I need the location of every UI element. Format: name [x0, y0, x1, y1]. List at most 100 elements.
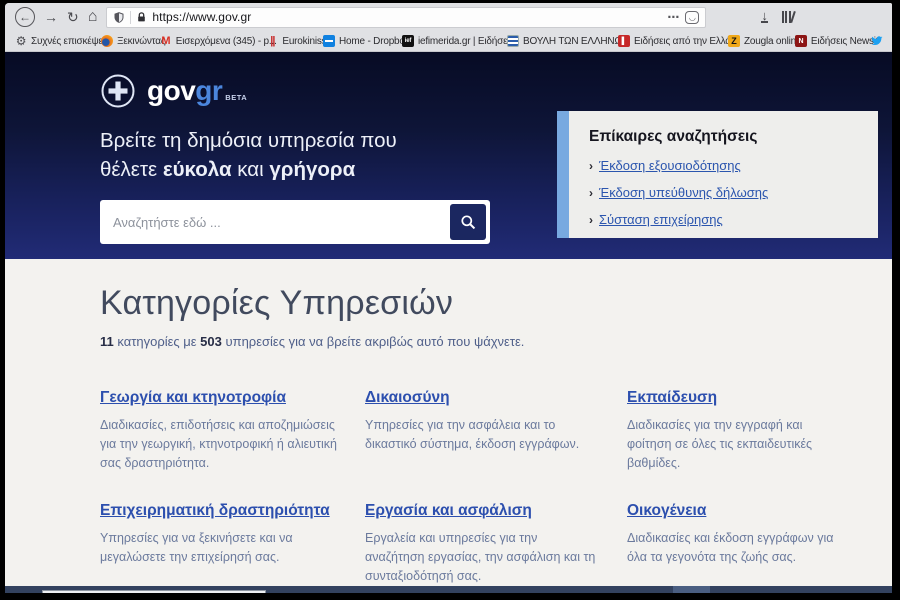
eurokinissi-icon: ||	[266, 35, 278, 47]
downloads-icon[interactable]: ↓	[761, 11, 768, 23]
url-divider	[130, 11, 131, 24]
taskbar-lightroom[interactable]: Lr	[599, 586, 636, 594]
taskbar-notes[interactable]	[451, 586, 488, 594]
newsit-icon: N	[795, 35, 807, 47]
categories-subtitle: 11 κατηγορίες με 503 υπηρεσίες για να βρ…	[100, 334, 874, 349]
dropbox-icon	[323, 35, 335, 47]
taskbar-folder[interactable]	[636, 586, 673, 594]
browser-chrome: ← → ↻ ⌂ https://www.gov.gr ⋯ ◡ ↓ ⚙Συχνές…	[5, 3, 892, 52]
category-desc: Διαδικασίες για την εγγραφή και φοίτηση …	[627, 416, 846, 472]
category-desc: Διαδικασίες, επιδοτήσεις και αποζημιώσει…	[100, 416, 337, 472]
edge-icon: e	[316, 591, 327, 593]
bookmark-eurokinissi[interactable]: ||Eurokinissi	[266, 35, 323, 47]
category-family: Οικογένεια Διαδικασίες και έκδοση εγγράφ…	[627, 502, 874, 585]
topical-link-declaration: › Έκδοση υπεύθυνης δήλωσης	[589, 185, 858, 200]
topical-link-company: › Σύσταση επιχείρησης	[589, 212, 858, 227]
logo-text: gov gr BETA	[147, 75, 247, 107]
taskbar-device[interactable]	[488, 586, 525, 594]
back-button[interactable]: ←	[15, 7, 35, 27]
forward-button[interactable]: →	[44, 10, 58, 24]
gear-icon: ⚙	[15, 35, 27, 47]
lock-icon	[136, 11, 147, 23]
tracking-shield-icon[interactable]	[113, 11, 125, 24]
taskbar-firefox[interactable]	[673, 586, 710, 594]
taskbar-file-explorer[interactable]	[377, 586, 414, 594]
category-link[interactable]: Επιχειρηματική δραστηριότητα	[100, 502, 330, 519]
service-search-input[interactable]	[113, 215, 450, 230]
chevron-right-icon: ›	[589, 159, 593, 173]
gmail-icon: M	[160, 35, 172, 47]
lightroom-icon: Lr	[608, 593, 627, 594]
photoshop-icon: Ps	[571, 593, 590, 594]
category-desc: Διαδικασίες και έκδοση εγγράφων για όλα …	[627, 529, 846, 567]
hero-headline: Βρείτε τη δημόσια υπηρεσία που θέλετε εύ…	[100, 126, 490, 184]
bookmark-newsit[interactable]: NΕιδήσεις Newsit	[795, 35, 871, 47]
url-text[interactable]: https://www.gov.gr	[152, 10, 662, 24]
toolbar-right: ↓	[761, 11, 794, 23]
categories-grid: Γεωργία και κτηνοτροφία Διαδικασίες, επι…	[100, 389, 874, 586]
taskbar-edge[interactable]: e	[303, 586, 340, 594]
page-actions-icon[interactable]: ⋯	[667, 10, 680, 24]
category-justice: Δικαιοσύνη Υπηρεσίες για την ασφάλεια κα…	[365, 389, 627, 472]
iefimerida-icon: ief	[402, 35, 414, 47]
greek-emblem-icon	[100, 73, 136, 109]
category-link[interactable]: Εκπαίδευση	[627, 389, 717, 406]
task-view-button[interactable]	[266, 586, 303, 594]
category-link[interactable]: Δικαιοσύνη	[365, 389, 450, 406]
bookmark-news-greece[interactable]: ▌Ειδήσεις από την Ελλά...	[618, 35, 728, 47]
bookmark-frequent[interactable]: ⚙Συχνές επισκέψεις	[15, 35, 101, 47]
bookmarks-bar: ⚙Συχνές επισκέψεις Ξεκινώντας MΕισερχόμε…	[5, 31, 892, 51]
taskbar-document-app[interactable]: A	[525, 586, 562, 594]
category-link[interactable]: Εργασία και ασφάλιση	[365, 502, 532, 519]
category-link[interactable]: Γεωργία και κτηνοτροφία	[100, 389, 286, 406]
start-button[interactable]	[5, 586, 42, 594]
taskbar-mail[interactable]	[414, 586, 451, 594]
chevron-right-icon: ›	[589, 213, 593, 227]
firefox-icon	[101, 35, 113, 47]
link-systasi-epixeirisis[interactable]: Σύσταση επιχείρησης	[599, 212, 723, 227]
search-icon	[460, 214, 477, 231]
service-search-box	[100, 200, 490, 244]
zougla-icon: Z	[728, 35, 740, 47]
bookmark-iefimerida[interactable]: iefiefimerida.gr | Ειδήσει...	[402, 35, 507, 47]
bookmark-zougla[interactable]: ZZougla online	[728, 35, 795, 47]
bookmark-twitter[interactable]	[871, 35, 882, 47]
logo-gov: gov	[147, 75, 195, 107]
govgr-hero: gov gr BETA Βρείτε τη δημόσια υπηρεσία π…	[5, 52, 892, 259]
category-desc: Εργαλεία και υπηρεσίες για την αναζήτηση…	[365, 529, 599, 585]
news-icon: ▌	[618, 35, 630, 47]
govgr-logo[interactable]: gov gr BETA	[5, 52, 892, 109]
home-button[interactable]: ⌂	[88, 9, 98, 25]
bookmark-gmail[interactable]: MΕισερχόμενα (345) - p...	[160, 35, 267, 47]
topical-searches-box: Επίκαιρες αναζητήσεις › Έκδοση εξουσιοδό…	[557, 111, 878, 238]
refresh-button[interactable]: ↻	[67, 10, 79, 24]
category-link[interactable]: Οικογένεια	[627, 502, 706, 519]
topical-link-authorization: › Έκδοση εξουσιοδότησης	[589, 158, 858, 173]
category-work-insurance: Εργασία και ασφάλιση Εργαλεία και υπηρεσ…	[365, 502, 627, 585]
taskbar-search-box[interactable]	[42, 590, 266, 594]
category-education: Εκπαίδευση Διαδικασίες για την εγγραφή κ…	[627, 389, 874, 472]
hero-left-column: Βρείτε τη δημόσια υπηρεσία που θέλετε εύ…	[100, 126, 490, 244]
bookmark-getting-started[interactable]: Ξεκινώντας	[101, 35, 160, 47]
category-desc: Υπηρεσίες για να ξεκινήσετε και να μεγαλ…	[100, 529, 337, 567]
pocket-icon[interactable]: ◡	[685, 11, 699, 24]
logo-beta-badge: BETA	[225, 93, 247, 102]
category-business: Επιχειρηματική δραστηριότητα Υπηρεσίες γ…	[100, 502, 365, 585]
search-submit-button[interactable]	[450, 204, 486, 240]
topical-searches-title: Επίκαιρες αναζητήσεις	[589, 128, 858, 146]
category-agriculture: Γεωργία και κτηνοτροφία Διαδικασίες, επι…	[100, 389, 365, 472]
link-ekdosi-exousiodotisis[interactable]: Έκδοση εξουσιοδότησης	[599, 158, 741, 173]
bookmark-dropbox[interactable]: Home - Dropbox	[323, 35, 402, 47]
chevron-right-icon: ›	[589, 186, 593, 200]
taskbar-photoshop[interactable]: Ps	[562, 586, 599, 594]
category-desc: Υπηρεσίες για την ασφάλεια και το δικαστ…	[365, 416, 599, 454]
bookmark-vouli[interactable]: ΒΟΥΛΗ ΤΩΝ ΕΛΛΗΝΩΝ	[507, 35, 618, 47]
twitter-bird-icon	[871, 35, 883, 47]
greek-flag-icon	[507, 35, 519, 47]
library-icon[interactable]	[782, 11, 795, 23]
taskbar-store[interactable]	[340, 586, 377, 594]
link-ypefthini-dilosi[interactable]: Έκδοση υπεύθυνης δήλωσης	[599, 185, 768, 200]
categories-title: Κατηγορίες Υπηρεσιών	[100, 284, 874, 323]
logo-gr: gr	[195, 75, 222, 107]
url-bar[interactable]: https://www.gov.gr ⋯ ◡	[106, 7, 706, 28]
